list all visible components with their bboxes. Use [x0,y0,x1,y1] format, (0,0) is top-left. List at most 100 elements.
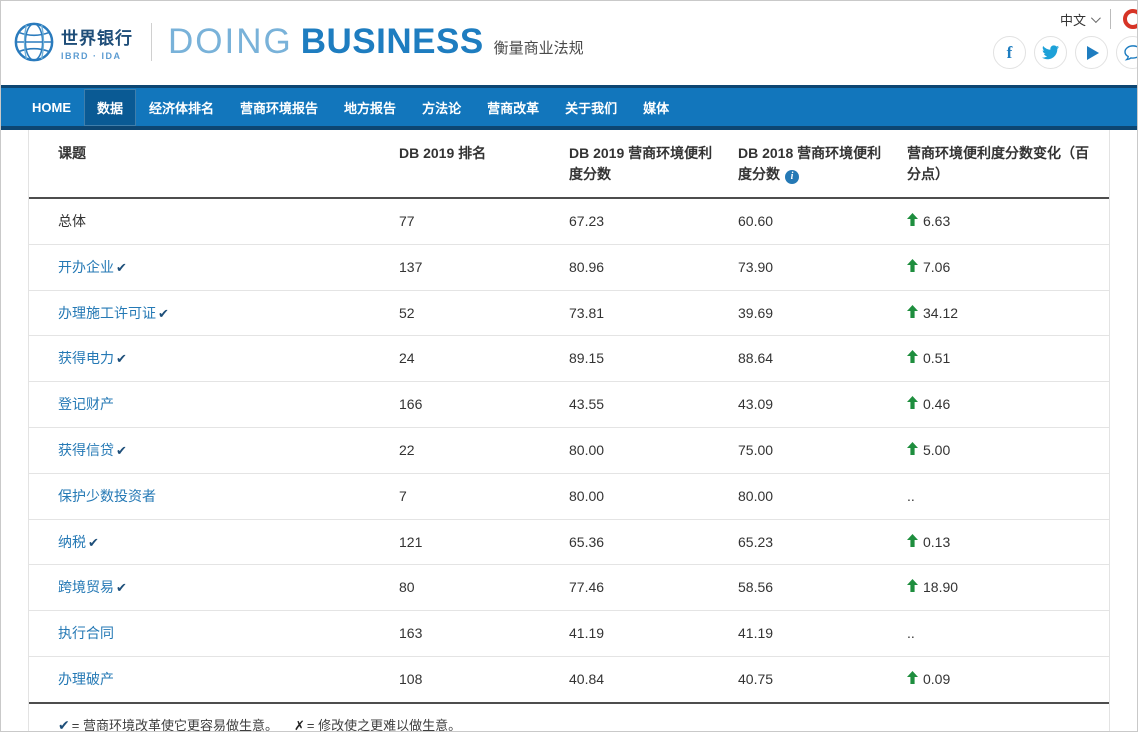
rank-cell: 7 [399,474,569,519]
content-area: 课题DB 2019 排名DB 2019 营商环境便利度分数DB 2018 营商环… [28,130,1110,732]
nav-item-home[interactable]: HOME [19,91,84,124]
topic-link-getting-credit[interactable]: 获得信贷 [58,442,114,458]
comment-icon[interactable] [1116,36,1138,69]
reform-check-icon: ✔ [116,443,127,458]
nav-item-doing-business-reports[interactable]: 营商环境报告 [227,89,331,126]
topics-table: 课题DB 2019 排名DB 2019 营商环境便利度分数DB 2018 营商环… [29,130,1109,704]
db2019-score-cell: 40.84 [569,657,738,702]
topic-cell: 获得电力✔ [29,336,399,381]
language-label: 中文 [1060,10,1086,29]
db2018-score-cell: 41.19 [738,611,907,656]
info-icon[interactable]: i [785,170,799,184]
nav-item-methodology[interactable]: 方法论 [409,89,474,126]
ibrd-ida-label: IBRD · IDA [61,51,133,61]
topic-link-resolving-insolvency[interactable]: 办理破产 [58,671,114,687]
column-header: DB 2019 营商环境便利度分数 [569,130,738,197]
db2018-score-cell: 75.00 [738,428,907,473]
column-header: 营商环境便利度分数变化（百分点） [907,130,1109,197]
db2019-score-cell: 80.00 [569,474,738,519]
doing-wordmark: DOING [168,22,293,62]
topic-cell: 办理破产 [29,657,399,702]
topic-link-trading-across-borders[interactable]: 跨境贸易 [58,579,114,595]
video-icon[interactable] [1075,36,1108,69]
topic-link-getting-electricity[interactable]: 获得电力 [58,350,114,366]
change-cell: 0.13 [907,520,1109,565]
db2018-score-cell: 60.60 [738,199,907,244]
worldbank-wordmark[interactable]: 世界银行 IBRD · IDA [61,24,133,61]
up-arrow-icon [907,396,918,413]
table-row: 办理破产 10840.8440.75 0.09 [29,657,1109,704]
db2019-score-cell: 73.81 [569,291,738,336]
nav-item-business-reforms[interactable]: 营商改革 [474,89,552,126]
column-header-label: DB 2019 排名 [399,145,486,161]
change-cell: 34.12 [907,291,1109,336]
topic-link-enforcing-contracts[interactable]: 执行合同 [58,625,114,641]
reform-check-icon: ✔ [88,535,99,550]
rank-cell: 121 [399,520,569,565]
page: 世界银行 IBRD · IDA DOING BUSINESS 衡量商业法规 中文… [0,0,1138,732]
site-header: 世界银行 IBRD · IDA DOING BUSINESS 衡量商业法规 中文… [1,1,1137,85]
rank-cell: 166 [399,382,569,427]
topic-cell: 开办企业✔ [29,245,399,290]
topic-cell: 执行合同 [29,611,399,656]
db2018-score-cell: 40.75 [738,657,907,702]
db2019-score-cell: 65.36 [569,520,738,565]
topic-link-paying-taxes[interactable]: 纳税 [58,534,86,550]
table-row: 保护少数投资者780.0080.00.. [29,474,1109,520]
change-value: 0.51 [923,350,950,367]
main-nav: HOME数据经济体排名营商环境报告地方报告方法论营商改革关于我们媒体 [1,85,1137,130]
db2019-score-cell: 67.23 [569,199,738,244]
nav-item-economy-rankings[interactable]: 经济体排名 [136,89,227,126]
topic-link-construction-permits[interactable]: 办理施工许可证 [58,305,156,321]
db2019-score-cell: 89.15 [569,336,738,381]
table-row: 纳税✔12165.3665.230.13 [29,520,1109,566]
db2019-score-cell: 43.55 [569,382,738,427]
reform-check-icon: ✔ [116,260,127,275]
rank-cell: 52 [399,291,569,336]
brand-area: 世界银行 IBRD · IDA DOING BUSINESS 衡量商业法规 [13,21,584,63]
db2018-score-cell: 58.56 [738,565,907,610]
column-header-label: DB 2019 营商环境便利度分数 [569,145,712,182]
facebook-icon[interactable]: f [993,36,1026,69]
topic-link-starting-a-business[interactable]: 开办企业 [58,259,114,275]
topic-cell: 纳税✔ [29,520,399,565]
change-cell: 7.06 [907,245,1109,290]
change-value: 0.09 [923,671,950,688]
language-selector[interactable]: 中文 [1060,10,1098,29]
column-header: 课题 [29,130,399,176]
business-wordmark: BUSINESS [301,22,484,62]
topic-cell: 获得信贷✔ [29,428,399,473]
db2018-score-cell: 80.00 [738,474,907,519]
change-cell: 5.00 [907,428,1109,473]
nav-item-data[interactable]: 数据 [84,89,136,126]
db2018-score-cell: 65.23 [738,520,907,565]
nav-item-about-us[interactable]: 关于我们 [552,89,630,126]
change-value: .. [907,625,915,642]
nav-item-subnational-reports[interactable]: 地方报告 [331,89,409,126]
cross-icon: ✗ [294,718,305,732]
change-value: 18.90 [923,579,958,596]
table-row: 总体7767.2360.606.63 [29,199,1109,245]
brand-tagline: 衡量商业法规 [494,37,584,58]
topic-cell: 保护少数投资者 [29,474,399,519]
worldbank-globe-icon [13,21,55,63]
db2019-score-cell: 41.19 [569,611,738,656]
db2019-score-cell: 80.96 [569,245,738,290]
reform-check-icon: ✔ [158,306,169,321]
up-arrow-icon [907,579,918,596]
topic-label-overall: 总体 [58,213,86,229]
topic-link-protecting-minority-investors[interactable]: 保护少数投资者 [58,488,156,504]
change-cell: 0.51 [907,336,1109,381]
chevron-down-icon [1091,13,1101,23]
rank-cell: 24 [399,336,569,381]
doing-business-logo[interactable]: DOING BUSINESS 衡量商业法规 [168,22,584,62]
nav-item-media[interactable]: 媒体 [630,89,682,126]
topic-cell: 办理施工许可证✔ [29,291,399,336]
db2018-score-cell: 43.09 [738,382,907,427]
twitter-icon[interactable] [1034,36,1067,69]
change-value: .. [907,488,915,505]
rank-cell: 108 [399,657,569,702]
rank-cell: 137 [399,245,569,290]
brand-divider [151,23,152,61]
topic-link-registering-property[interactable]: 登记财产 [58,396,114,412]
